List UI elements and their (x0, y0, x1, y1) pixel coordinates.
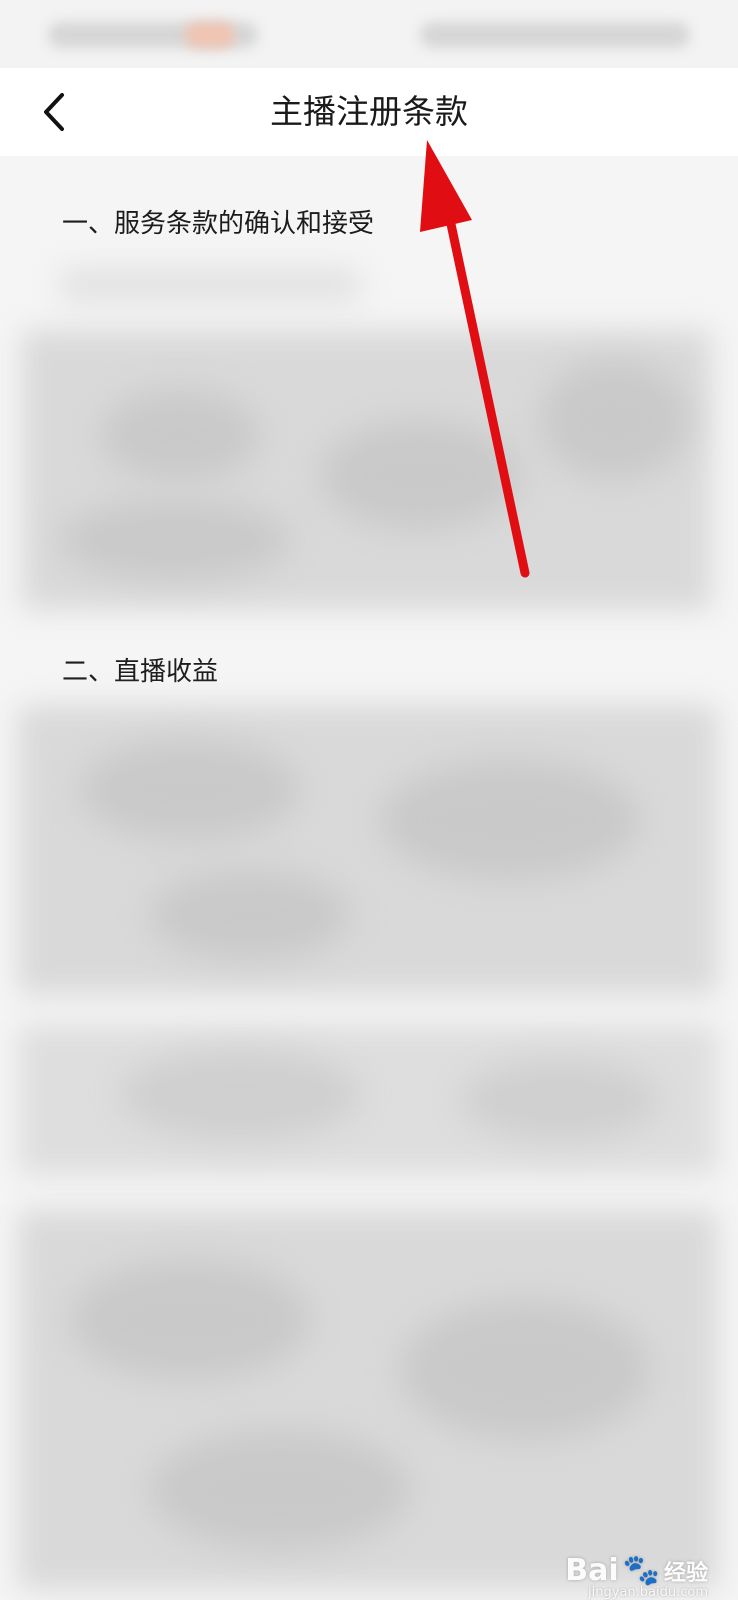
blurred-text (60, 268, 360, 302)
page-title: 主播注册条款 (270, 92, 468, 131)
blurred-text (320, 420, 520, 530)
chevron-left-icon (44, 93, 64, 131)
blurred-text (400, 1300, 650, 1440)
nav-bar: 主播注册条款 (0, 68, 738, 156)
blurred-text (80, 740, 300, 840)
status-bar (0, 0, 738, 68)
blurred-text (540, 360, 690, 480)
blurred-text (100, 390, 260, 480)
blurred-text (150, 1430, 410, 1550)
section-title-2: 二、直播收益 (62, 657, 219, 687)
paw-icon: 🐾 (622, 1553, 660, 1588)
status-blur-accent (185, 22, 235, 48)
watermark-url: jingyan.baidu.com (588, 1585, 708, 1600)
section-title-1: 一、服务条款的确认和接受 (62, 209, 375, 239)
watermark: Bai 🐾 经验 (565, 1553, 708, 1588)
watermark-brand: Bai (565, 1553, 619, 1588)
watermark-suffix: 经验 (663, 1560, 708, 1586)
blurred-text (60, 500, 290, 580)
back-button[interactable] (28, 86, 80, 138)
blurred-text (150, 870, 350, 960)
blurred-text (460, 1060, 660, 1140)
blurred-text (70, 1260, 310, 1380)
blurred-text (380, 760, 640, 880)
status-blur-right (420, 22, 690, 48)
blurred-text (120, 1050, 360, 1140)
